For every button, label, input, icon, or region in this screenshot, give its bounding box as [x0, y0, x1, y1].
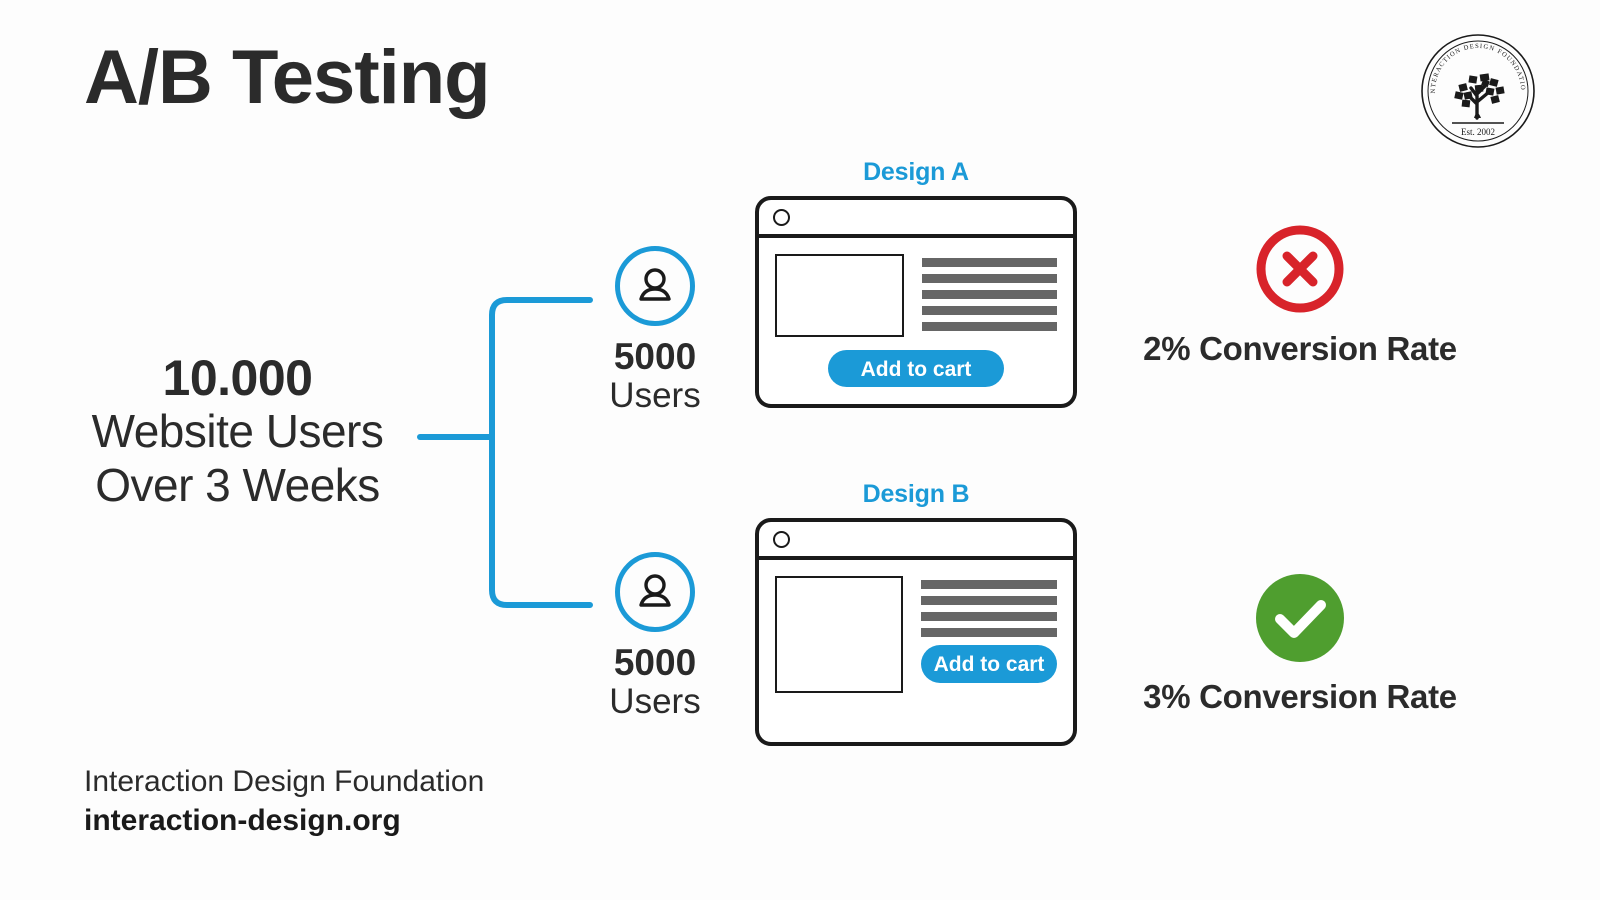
footer-organization: Interaction Design Foundation: [84, 765, 485, 798]
logo-est-text: Est. 2002: [1461, 127, 1495, 137]
circle-x-icon: [1253, 222, 1347, 316]
design-a-mockup: Design A Add to cart: [755, 158, 1077, 408]
text-line: [921, 580, 1057, 589]
user-group-a: 5000 Users: [575, 246, 735, 415]
user-label-a: Users: [609, 375, 701, 415]
user-avatar-circle-a: [615, 246, 695, 326]
browser-titlebar-a: [759, 200, 1073, 238]
browser-content-a: Add to cart: [759, 238, 1073, 387]
conversion-rate-a: 2% Conversion Rate: [1143, 330, 1457, 367]
footer-url[interactable]: interaction-design.org: [84, 801, 484, 840]
user-count-a: 5000: [613, 336, 697, 377]
user-count-b: 5000: [613, 642, 697, 683]
page-title: A/B Testing: [84, 35, 491, 120]
text-line: [921, 612, 1057, 621]
total-users-number: 10.000: [162, 350, 313, 406]
text-line: [922, 322, 1057, 331]
text-line: [922, 258, 1057, 267]
image-placeholder-a: [775, 254, 904, 337]
design-a-title: Design A: [863, 158, 969, 186]
browser-titlebar-b: [759, 522, 1073, 560]
user-icon: [639, 574, 671, 607]
total-users-label-line1: Website Users: [91, 405, 384, 457]
add-to-cart-button-a[interactable]: Add to cart: [828, 350, 1004, 387]
browser-window-b: Add to cart: [755, 518, 1077, 746]
add-to-cart-button-b[interactable]: Add to cart: [921, 645, 1057, 683]
text-lines-a: [922, 254, 1057, 338]
footer: Interaction Design Foundation interactio…: [84, 762, 484, 840]
window-dot-icon: [773, 208, 790, 226]
browser-window-a: Add to cart: [755, 196, 1077, 408]
browser-content-b: Add to cart: [759, 560, 1073, 693]
user-icon: [639, 268, 671, 301]
source-stat-block: 10.000 Website Users Over 3 Weeks: [60, 352, 415, 513]
text-line: [922, 274, 1057, 283]
total-users-label-line2: Over 3 Weeks: [95, 458, 380, 511]
conversion-rate-b: 3% Conversion Rate: [1143, 678, 1457, 715]
image-placeholder-b: [775, 576, 903, 693]
user-group-b: 5000 Users: [575, 552, 735, 721]
text-line: [922, 290, 1057, 299]
user-avatar-circle-b: [615, 552, 695, 632]
infographic-canvas: A/B Testing INTERACTION DESIGN FOUNDATIO…: [0, 0, 1600, 900]
design-b-title: Design B: [862, 480, 970, 508]
text-line: [922, 306, 1057, 315]
user-label-b: Users: [609, 681, 701, 721]
text-line: [921, 596, 1057, 605]
result-design-b: 3% Conversion Rate: [1070, 572, 1530, 716]
design-b-mockup: Design B Add to cart: [755, 480, 1077, 746]
window-dot-icon: [773, 530, 790, 548]
text-line: [921, 628, 1057, 637]
circle-check-icon: [1254, 572, 1346, 664]
idf-logo: INTERACTION DESIGN FOUNDATION: [1416, 27, 1537, 150]
text-lines-b: Add to cart: [921, 576, 1057, 693]
result-design-a: 2% Conversion Rate: [1070, 222, 1530, 368]
